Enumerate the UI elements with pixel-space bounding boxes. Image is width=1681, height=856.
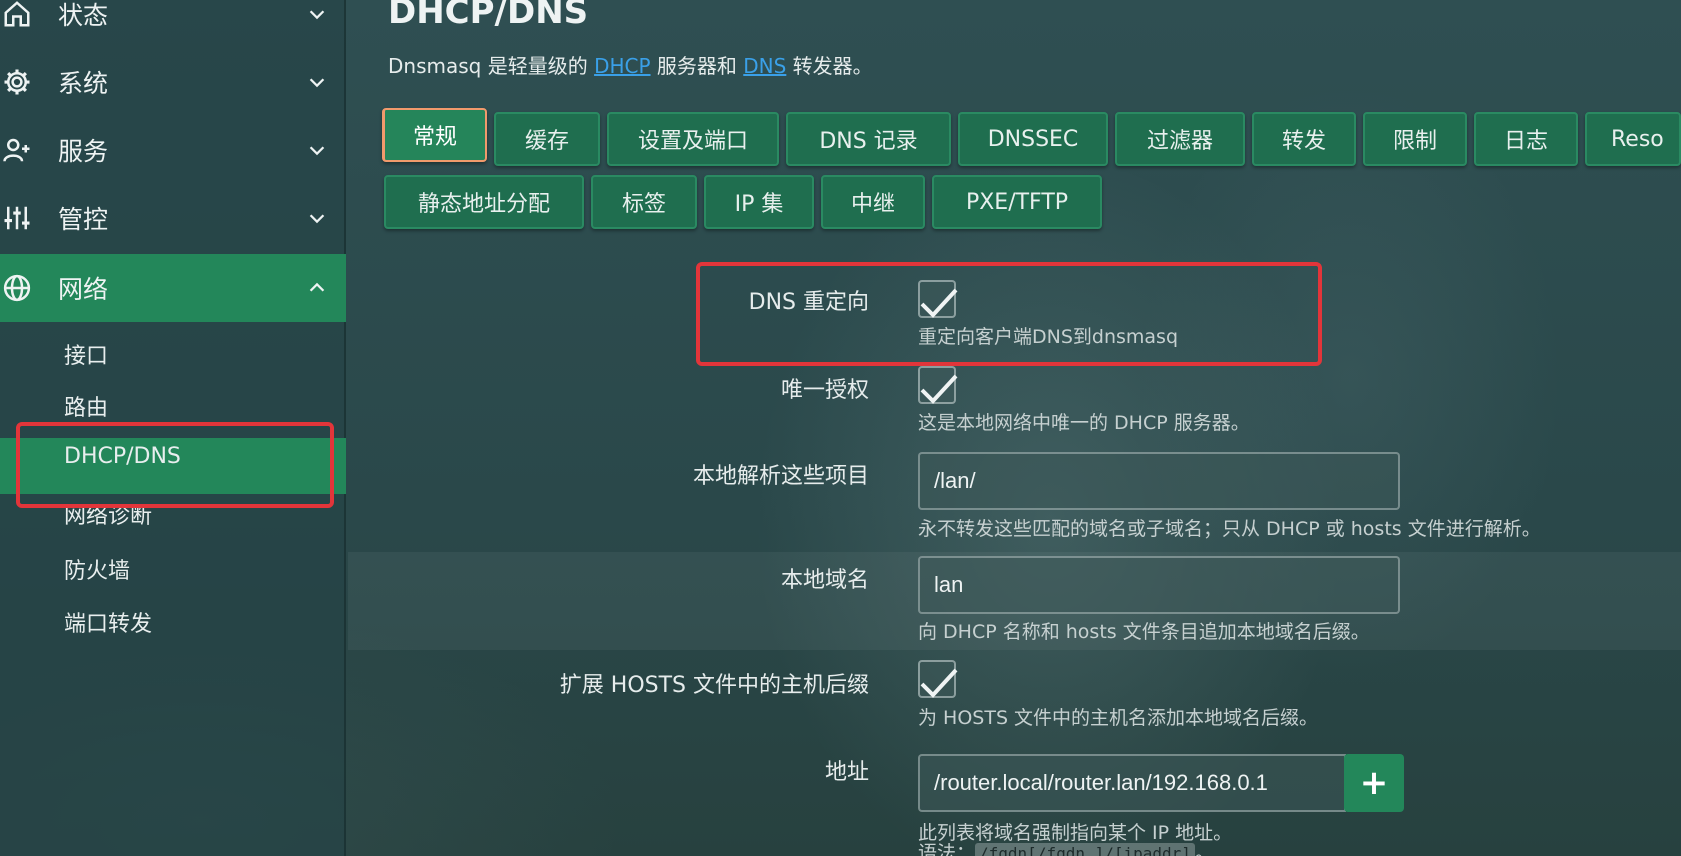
sidebar-item-status[interactable]: 状态 xyxy=(0,0,346,48)
local-domain-label: 本地域名 xyxy=(780,568,869,593)
sidebar-item-label: 系统 xyxy=(58,69,109,98)
tab-cache[interactable]: 缓存 xyxy=(494,112,600,166)
expand-hosts-checkbox[interactable] xyxy=(918,660,958,698)
local-resolve-hint: 永不转发这些匹配的域名或子域名；只从 DHCP 或 hosts 文件进行解析。 xyxy=(918,518,1541,540)
syntax-suffix: 。 xyxy=(1194,842,1214,856)
address-label: 地址 xyxy=(824,760,869,785)
authoritative-hint: 这是本地网络中唯一的 DHCP 服务器。 xyxy=(918,412,1250,434)
checkmark-icon xyxy=(920,668,958,698)
chevron-down-icon xyxy=(309,10,325,20)
address-syntax: 语法：/fqdn[/fqdn…]/[ipaddr]。 xyxy=(918,838,1214,856)
tab-general[interactable]: 常规 xyxy=(382,108,487,162)
sidebar-subitem-routes[interactable]: 路由 xyxy=(64,390,108,422)
dns-link[interactable]: DNS xyxy=(743,54,786,78)
authoritative-checkbox[interactable] xyxy=(918,366,958,404)
syntax-code: /fqdn[/fqdn…]/[ipaddr] xyxy=(975,843,1195,856)
authoritative-label: 唯一授权 xyxy=(780,378,869,403)
sidebar-item-control[interactable]: 管控 xyxy=(0,184,346,252)
tab-settings-ports[interactable]: 设置及端口 xyxy=(607,112,779,166)
tab-relay[interactable]: 中继 xyxy=(821,175,925,229)
highlight-box-dns-redirect xyxy=(696,262,1322,366)
checkmark-icon xyxy=(920,374,958,404)
expand-hosts-label: 扩展 HOSTS 文件中的主机后缀 xyxy=(559,673,869,698)
chevron-down-icon xyxy=(309,214,325,224)
gear-icon xyxy=(4,69,30,95)
tab-tags[interactable]: 标签 xyxy=(591,175,697,229)
sidebar-item-label: 服务 xyxy=(58,137,109,166)
local-resolve-label: 本地解析这些项目 xyxy=(692,464,869,489)
page-title: DHCP/DNS xyxy=(388,0,589,32)
sidebar-item-system[interactable]: 系统 xyxy=(0,48,346,116)
expand-hosts-hint: 为 HOSTS 文件中的主机名添加本地域名后缀。 xyxy=(918,707,1319,729)
tab-resolv[interactable]: Reso xyxy=(1585,112,1681,166)
page-desc-text: 转发器。 xyxy=(786,54,873,78)
tab-ipsets[interactable]: IP 集 xyxy=(704,175,814,229)
tab-pxe-tftp[interactable]: PXE/TFTP xyxy=(932,175,1102,229)
add-button[interactable]: + xyxy=(1344,754,1404,812)
highlight-box-dhcp-dns xyxy=(16,422,334,508)
tab-forward[interactable]: 转发 xyxy=(1252,112,1356,166)
chevron-down-icon xyxy=(309,78,325,88)
address-input[interactable]: /router.local/router.lan/192.168.0.1 xyxy=(918,754,1346,812)
sidebar-subitem-port-forward[interactable]: 端口转发 xyxy=(64,606,152,638)
tab-static-leases[interactable]: 静态地址分配 xyxy=(384,175,584,229)
tab-dns-records[interactable]: DNS 记录 xyxy=(786,112,951,166)
sidebar-item-services[interactable]: 服务 xyxy=(0,116,346,184)
chevron-up-icon xyxy=(309,282,325,292)
sidebar-item-label: 管控 xyxy=(58,205,109,234)
page-desc-text: Dnsmasq 是轻量级的 xyxy=(388,54,595,78)
page-desc-text: 服务器和 xyxy=(650,54,744,78)
dhcp-link[interactable]: DHCP xyxy=(594,54,650,78)
sidebar-item-label: 状态 xyxy=(58,1,109,30)
user-plus-icon xyxy=(3,138,30,162)
sidebar-item-label: 网络 xyxy=(58,275,109,304)
syntax-prefix: 语法： xyxy=(918,842,976,856)
sliders-icon xyxy=(4,206,30,230)
sidebar-subitem-firewall[interactable]: 防火墙 xyxy=(64,553,130,585)
local-domain-hint: 向 DHCP 名称和 hosts 文件条目追加本地域名后缀。 xyxy=(918,621,1370,643)
sidebar-subitem-interfaces[interactable]: 接口 xyxy=(64,338,108,370)
tab-logs[interactable]: 日志 xyxy=(1474,112,1578,166)
local-domain-input[interactable]: lan xyxy=(918,556,1400,614)
tab-dnssec[interactable]: DNSSEC xyxy=(958,112,1108,166)
chevron-down-icon xyxy=(309,146,325,156)
local-resolve-input[interactable]: /lan/ xyxy=(918,452,1400,510)
home-icon xyxy=(4,1,30,27)
tab-filter[interactable]: 过滤器 xyxy=(1115,112,1245,166)
globe-icon xyxy=(3,274,31,302)
tab-limits[interactable]: 限制 xyxy=(1363,112,1467,166)
sidebar-item-network[interactable]: 网络 xyxy=(0,254,346,322)
page-description: Dnsmasq 是轻量级的 DHCP 服务器和 DNS 转发器。 xyxy=(388,50,873,79)
